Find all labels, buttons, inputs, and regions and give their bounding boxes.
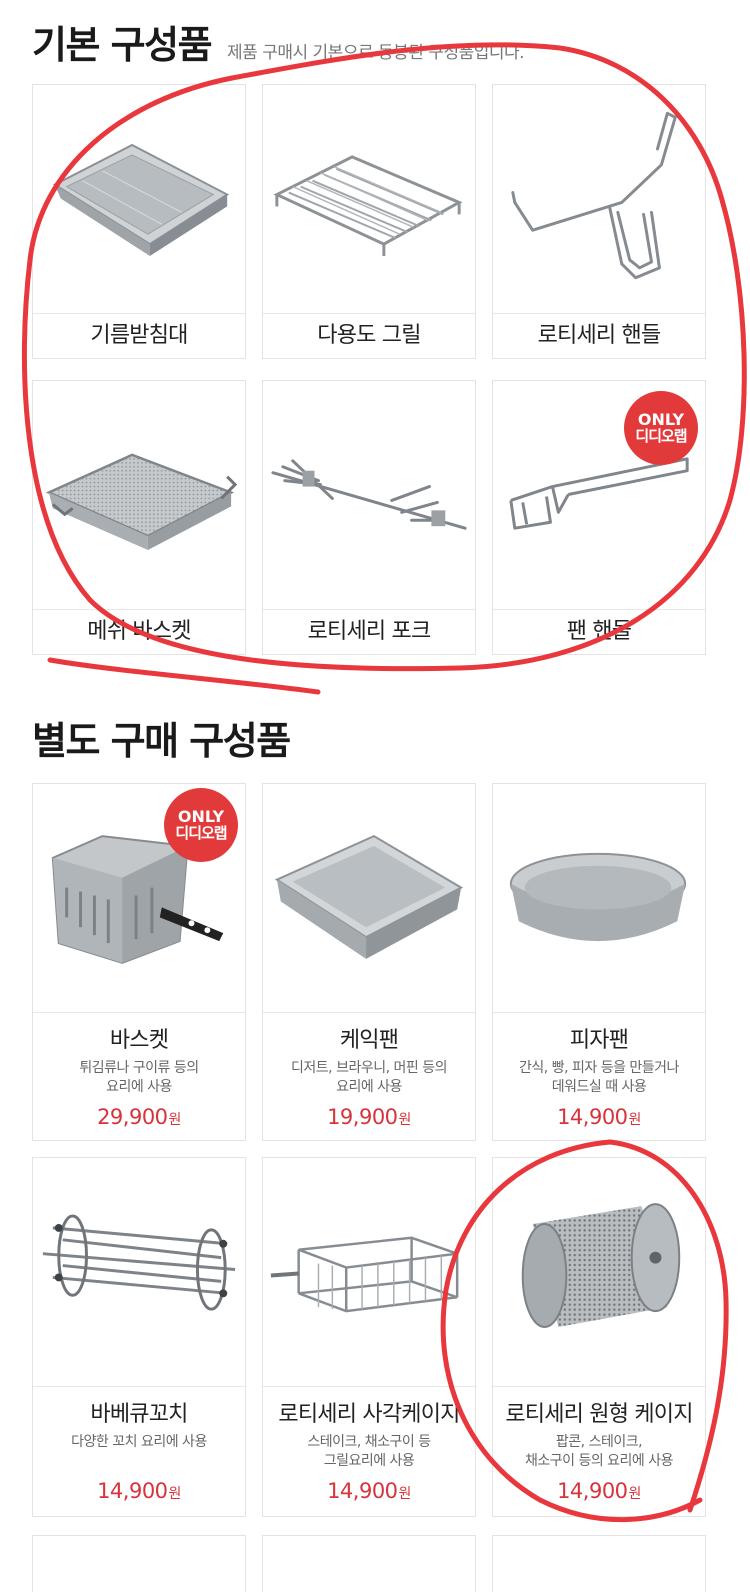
desc-line: 요리에 사용 bbox=[106, 1079, 172, 1095]
basic-item-card[interactable]: 로티세리 포크 bbox=[262, 380, 476, 655]
desc-line: 데워드실 때 사용 bbox=[551, 1079, 647, 1095]
rotisserie-fork-icon bbox=[263, 381, 475, 610]
option-item-card[interactable]: ONLY 디디오랩 바스켓 튀김류나 구이류 등의 요리에 사용 29,900원 bbox=[32, 783, 246, 1141]
basic-item-label: 로티세리 핸들 bbox=[537, 323, 662, 348]
option-item-price: 14,900원 bbox=[493, 1105, 705, 1129]
desc-line: 다양한 꼬치 요리에 사용 bbox=[71, 1434, 207, 1450]
basic-section-header: 기본 구성품 제품 구매시 기본으로 동봉된 구성품입니다. bbox=[32, 14, 525, 69]
badge-line1: ONLY bbox=[637, 410, 685, 429]
desc-line: 스테이크, 채소구이 등 bbox=[307, 1434, 431, 1450]
only-badge: ONLY 디디오랩 bbox=[164, 788, 238, 862]
option-item-desc: 다양한 꼬치 요리에 사용 bbox=[33, 1433, 245, 1471]
price-value: 14,900 bbox=[557, 1479, 628, 1503]
option-item-price: 14,900원 bbox=[263, 1479, 475, 1503]
wire-grill-icon bbox=[263, 85, 475, 314]
option-item-label: 케익팬 bbox=[339, 1028, 399, 1053]
price-value: 14,900 bbox=[327, 1479, 398, 1503]
price-unit: 원 bbox=[628, 1486, 642, 1502]
basic-item-label: 팬 핸들 bbox=[566, 619, 632, 644]
option-item-card[interactable] bbox=[32, 1535, 246, 1592]
rotisserie-handle-icon bbox=[493, 85, 705, 314]
desc-line: 그릴요리에 사용 bbox=[323, 1453, 415, 1469]
option-item-label: 피자팬 bbox=[569, 1028, 629, 1053]
option-section-title: 별도 구매 구성품 bbox=[32, 719, 291, 763]
price-value: 14,900 bbox=[97, 1479, 168, 1503]
option-item-card[interactable]: 피자팬 간식, 빵, 피자 등을 만들거나 데워드실 때 사용 14,900원 bbox=[492, 783, 706, 1141]
badge-line2: 디디오랩 bbox=[175, 824, 227, 842]
badge-line1: ONLY bbox=[177, 807, 225, 826]
option-item-label: 바베큐꼬치 bbox=[90, 1402, 188, 1427]
desc-line: 디저트, 브라우니, 머핀 등의 bbox=[291, 1060, 447, 1076]
basic-item-card[interactable]: 기름받침대 bbox=[32, 84, 246, 359]
basic-item-label: 기름받침대 bbox=[90, 323, 188, 348]
option-item-card[interactable]: 케익팬 디저트, 브라우니, 머핀 등의 요리에 사용 19,900원 bbox=[262, 783, 476, 1141]
desc-line: 간식, 빵, 피자 등을 만들거나 bbox=[519, 1060, 679, 1076]
option-section-header: 별도 구매 구성품 bbox=[32, 710, 291, 765]
option-item-label: 로티세리 사각케이지 bbox=[278, 1402, 460, 1427]
desc-line: 채소구이 등의 요리에 사용 bbox=[524, 1453, 674, 1469]
option-item-card[interactable]: 로티세리 원형 케이지 팝콘, 스테이크, 채소구이 등의 요리에 사용 14,… bbox=[492, 1157, 706, 1517]
price-value: 29,900 bbox=[97, 1105, 168, 1129]
desc-line: 팝콘, 스테이크, bbox=[555, 1434, 643, 1450]
option-item-price: 19,900원 bbox=[263, 1105, 475, 1129]
basic-item-card[interactable]: 다용도 그릴 bbox=[262, 84, 476, 359]
mesh-basket-icon bbox=[33, 381, 245, 610]
option-item-desc: 디저트, 브라우니, 머핀 등의 요리에 사용 bbox=[263, 1059, 475, 1097]
skewer-rack-icon bbox=[33, 1158, 245, 1387]
price-value: 19,900 bbox=[327, 1105, 398, 1129]
basic-item-card[interactable]: 로티세리 핸들 bbox=[492, 84, 706, 359]
price-unit: 원 bbox=[398, 1486, 412, 1502]
cake-pan-icon bbox=[263, 784, 475, 1013]
price-unit: 원 bbox=[168, 1486, 182, 1502]
price-value: 14,900 bbox=[557, 1105, 628, 1129]
pizza-pan-icon bbox=[493, 784, 705, 1013]
basic-item-label: 로티세리 포크 bbox=[307, 619, 432, 644]
option-item-desc: 스테이크, 채소구이 등 그릴요리에 사용 bbox=[263, 1433, 475, 1471]
basic-item-card[interactable]: 메쉬 바스켓 bbox=[32, 380, 246, 655]
option-item-price: 29,900원 bbox=[33, 1105, 245, 1129]
badge-line2: 디디오랩 bbox=[635, 427, 687, 445]
only-badge: ONLY 디디오랩 bbox=[624, 391, 698, 465]
fry-basket-icon: ONLY 디디오랩 bbox=[33, 784, 245, 1013]
option-item-desc: 간식, 빵, 피자 등을 만들거나 데워드실 때 사용 bbox=[493, 1059, 705, 1097]
basic-item-label: 메쉬 바스켓 bbox=[87, 619, 191, 644]
desc-line: 요리에 사용 bbox=[336, 1079, 402, 1095]
option-item-price: 14,900원 bbox=[33, 1479, 245, 1503]
drip-tray-icon bbox=[33, 85, 245, 314]
square-cage-icon bbox=[263, 1158, 475, 1387]
price-unit: 원 bbox=[168, 1112, 182, 1128]
price-unit: 원 bbox=[398, 1112, 412, 1128]
basic-item-card[interactable]: ONLY 디디오랩 팬 핸들 bbox=[492, 380, 706, 655]
basic-section-subtitle: 제품 구매시 기본으로 동봉된 구성품입니다. bbox=[227, 43, 525, 63]
option-item-card[interactable] bbox=[262, 1535, 476, 1592]
basic-item-label: 다용도 그릴 bbox=[317, 323, 421, 348]
option-item-card[interactable]: 바베큐꼬치 다양한 꼬치 요리에 사용 14,900원 bbox=[32, 1157, 246, 1517]
option-item-desc: 튀김류나 구이류 등의 요리에 사용 bbox=[33, 1059, 245, 1097]
basic-section-title: 기본 구성품 bbox=[32, 23, 213, 67]
option-item-card[interactable]: 로티세리 사각케이지 스테이크, 채소구이 등 그릴요리에 사용 14,900원 bbox=[262, 1157, 476, 1517]
price-unit: 원 bbox=[628, 1112, 642, 1128]
option-item-card[interactable] bbox=[492, 1535, 706, 1592]
round-cage-icon bbox=[493, 1158, 705, 1387]
option-item-price: 14,900원 bbox=[493, 1479, 705, 1503]
pan-handle-icon: ONLY 디디오랩 bbox=[493, 381, 705, 610]
option-item-label: 바스켓 bbox=[109, 1028, 169, 1053]
option-item-label: 로티세리 원형 케이지 bbox=[505, 1402, 693, 1427]
option-item-desc: 팝콘, 스테이크, 채소구이 등의 요리에 사용 bbox=[493, 1433, 705, 1471]
desc-line: 튀김류나 구이류 등의 bbox=[79, 1060, 199, 1076]
